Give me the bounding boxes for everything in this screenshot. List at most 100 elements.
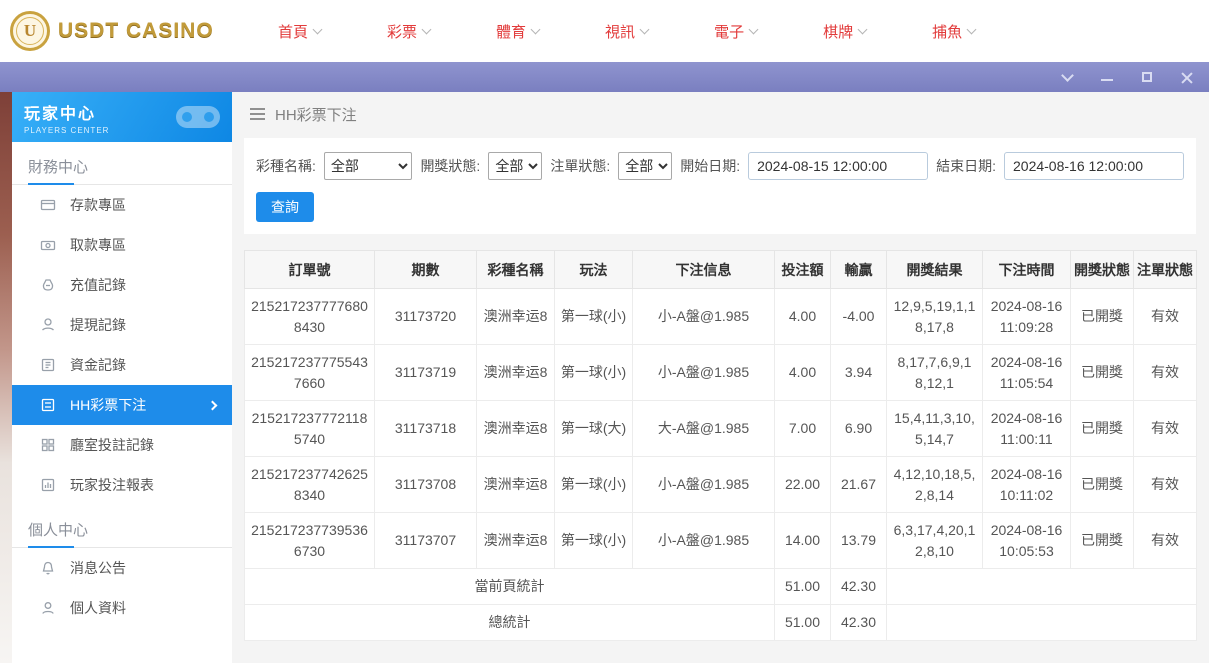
lottery-name-select[interactable]: 全部 xyxy=(324,152,413,180)
nav-item-fishing[interactable]: 捕魚 xyxy=(932,21,975,42)
chevron-down-icon xyxy=(858,24,868,34)
close-icon xyxy=(1181,71,1193,83)
cell-bet-info: 小-A盤@1.985 xyxy=(633,345,775,401)
cell-time: 2024-08-16 11:05:54 xyxy=(983,345,1071,401)
draw-status-select[interactable]: 全部 xyxy=(488,152,542,180)
cell-draw-status: 已開獎 xyxy=(1071,345,1134,401)
minimize-icon xyxy=(1101,79,1113,81)
start-date-label: 開始日期: xyxy=(680,156,740,176)
nav-item-lottery[interactable]: 彩票 xyxy=(387,21,430,42)
cell-order-status: 有效 xyxy=(1134,513,1197,569)
sidebar-item-funds-record[interactable]: 資金記錄 xyxy=(12,345,232,385)
cell-period: 31173718 xyxy=(375,401,477,457)
query-button[interactable]: 查詢 xyxy=(256,192,314,222)
cell-winloss: 21.67 xyxy=(831,457,887,513)
sidebar-item-label: 消息公告 xyxy=(70,558,126,578)
window-collapse-button[interactable] xyxy=(1059,69,1075,85)
top-navbar: U USDT CASINO 首頁 彩票 體育 視訊 電子 棋牌 捕魚 xyxy=(0,0,1209,62)
brand-name: USDT CASINO xyxy=(58,19,214,43)
cell-play: 第一球(大) xyxy=(555,401,633,457)
col-header-order-status: 注單狀態 xyxy=(1134,251,1197,289)
breadcrumb: HH彩票下注 xyxy=(232,92,1209,136)
cell-lottery: 澳洲幸运8 xyxy=(477,401,555,457)
nav-item-sports[interactable]: 體育 xyxy=(496,21,539,42)
cell-result: 6,3,17,4,20,12,8,10 xyxy=(887,513,983,569)
withdraw-icon xyxy=(40,237,56,253)
sidebar-item-label: 取款專區 xyxy=(70,235,126,255)
cell-draw-status: 已開獎 xyxy=(1071,401,1134,457)
table-row: 2152172377395366730 31173707 澳洲幸运8 第一球(小… xyxy=(245,513,1197,569)
sidebar-item-withdraw[interactable]: 取款專區 xyxy=(12,225,232,265)
report-chart-icon xyxy=(40,477,56,493)
nav-item-cards[interactable]: 棋牌 xyxy=(823,21,866,42)
window-maximize-button[interactable] xyxy=(1139,69,1155,85)
col-header-time: 下注時間 xyxy=(983,251,1071,289)
total-summary-amount: 51.00 xyxy=(775,605,831,641)
cell-amount: 14.00 xyxy=(775,513,831,569)
cell-time: 2024-08-16 10:05:53 xyxy=(983,513,1071,569)
start-date-input[interactable] xyxy=(748,152,928,180)
money-bag-icon xyxy=(40,277,56,293)
cell-winloss: -4.00 xyxy=(831,289,887,345)
sidebar: 玩家中心 PLAYERS CENTER 財務中心 存款專區 取款專區 充值記錄 … xyxy=(12,92,232,663)
window-close-button[interactable] xyxy=(1179,69,1195,85)
bets-table: 訂單號 期數 彩種名稱 玩法 下注信息 投注額 輸贏 開獎結果 下注時間 開獎狀… xyxy=(244,250,1197,641)
cell-period: 31173707 xyxy=(375,513,477,569)
nav-item-label: 彩票 xyxy=(387,21,417,42)
cell-lottery: 澳洲幸运8 xyxy=(477,289,555,345)
sidebar-item-announcements[interactable]: 消息公告 xyxy=(12,548,232,588)
cell-period: 31173720 xyxy=(375,289,477,345)
page-summary-amount: 51.00 xyxy=(775,569,831,605)
cell-play: 第一球(小) xyxy=(555,457,633,513)
sidebar-item-label: 資金記錄 xyxy=(70,355,126,375)
table-row: 2152172377776808430 31173720 澳洲幸运8 第一球(小… xyxy=(245,289,1197,345)
background-strip xyxy=(0,92,12,663)
end-date-input[interactable] xyxy=(1004,152,1184,180)
hand-money-icon xyxy=(40,317,56,333)
nav-item-live[interactable]: 視訊 xyxy=(605,21,648,42)
cell-winloss: 6.90 xyxy=(831,401,887,457)
nav-item-label: 體育 xyxy=(496,21,526,42)
brand[interactable]: U USDT CASINO xyxy=(10,11,260,51)
cell-order-no: 2152172377395366730 xyxy=(245,513,375,569)
sidebar-section-personal: 個人中心 xyxy=(12,505,232,548)
cell-play: 第一球(小) xyxy=(555,345,633,401)
total-summary-empty xyxy=(887,605,1197,641)
window-minimize-button[interactable] xyxy=(1099,69,1115,85)
bets-table-card: 訂單號 期數 彩種名稱 玩法 下注信息 投注額 輸贏 開獎結果 下注時間 開獎狀… xyxy=(244,250,1196,641)
main-content: HH彩票下注 彩種名稱: 全部 開獎狀態: 全部 注單狀態: 全部 開始日期: … xyxy=(232,92,1209,663)
deposit-icon xyxy=(40,197,56,213)
nav-item-label: 電子 xyxy=(714,21,744,42)
col-header-amount: 投注額 xyxy=(775,251,831,289)
sidebar-item-player-bet-report[interactable]: 玩家投注報表 xyxy=(12,465,232,505)
sidebar-item-deposit[interactable]: 存款專區 xyxy=(12,185,232,225)
chevron-down-icon xyxy=(422,24,432,34)
sidebar-item-room-bet-record[interactable]: 廳室投註記錄 xyxy=(12,425,232,465)
cell-result: 15,4,11,3,10,5,14,7 xyxy=(887,401,983,457)
sidebar-item-withdrawal-record[interactable]: 提現記錄 xyxy=(12,305,232,345)
bell-icon xyxy=(40,560,56,576)
order-status-select[interactable]: 全部 xyxy=(618,152,672,180)
sidebar-item-recharge-record[interactable]: 充值記錄 xyxy=(12,265,232,305)
cell-lottery: 澳洲幸运8 xyxy=(477,513,555,569)
person-icon xyxy=(40,600,56,616)
cell-bet-info: 小-A盤@1.985 xyxy=(633,289,775,345)
table-row: 2152172377755437660 31173719 澳洲幸运8 第一球(小… xyxy=(245,345,1197,401)
sidebar-item-profile[interactable]: 個人資料 xyxy=(12,588,232,628)
menu-icon[interactable] xyxy=(250,113,265,115)
cell-draw-status: 已開獎 xyxy=(1071,457,1134,513)
page-summary-row: 當前頁統計 51.00 42.30 xyxy=(245,569,1197,605)
nav-item-slots[interactable]: 電子 xyxy=(714,21,757,42)
sidebar-header: 玩家中心 PLAYERS CENTER xyxy=(12,92,232,142)
app-body: 玩家中心 PLAYERS CENTER 財務中心 存款專區 取款專區 充值記錄 … xyxy=(0,92,1209,663)
main-nav: 首頁 彩票 體育 視訊 電子 棋牌 捕魚 xyxy=(278,21,975,42)
cell-order-status: 有效 xyxy=(1134,345,1197,401)
gamepad-icon xyxy=(172,98,224,134)
cell-bet-info: 小-A盤@1.985 xyxy=(633,513,775,569)
order-status-label: 注單狀態: xyxy=(550,156,610,176)
cell-winloss: 3.94 xyxy=(831,345,887,401)
sidebar-item-hh-lottery-bets[interactable]: HH彩票下注 xyxy=(12,385,232,425)
nav-item-home[interactable]: 首頁 xyxy=(278,21,321,42)
maximize-icon xyxy=(1142,72,1152,82)
nav-item-label: 捕魚 xyxy=(932,21,962,42)
